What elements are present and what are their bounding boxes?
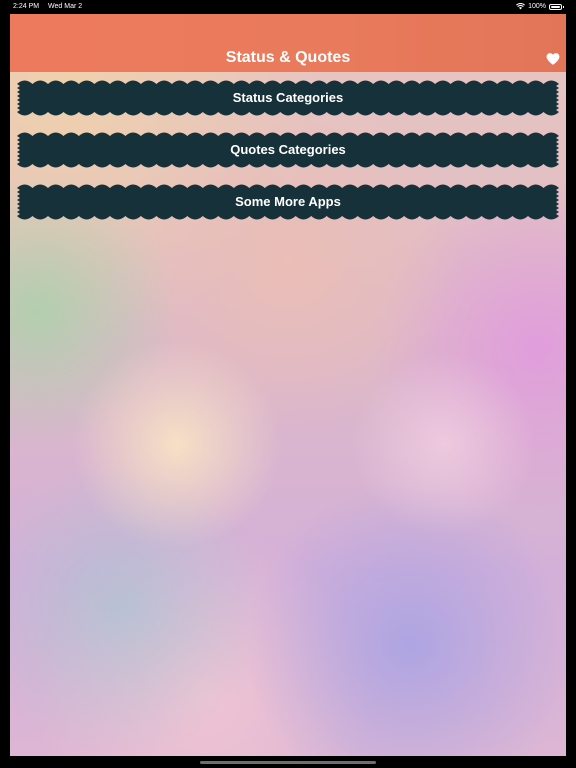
device-screen: 2:24 PM Wed Mar 2 100% Status & Quotes S… [0, 0, 576, 768]
quotes-categories-button[interactable]: Quotes Categories [17, 132, 559, 168]
status-categories-button[interactable]: Status Categories [17, 80, 559, 116]
status-bar: 2:24 PM Wed Mar 2 100% [0, 0, 576, 13]
some-more-apps-label: Some More Apps [235, 194, 341, 209]
status-time: 2:24 PM [13, 3, 40, 10]
app-window: Status & Quotes Status Categories Quotes… [10, 14, 566, 756]
battery-percent: 100% [528, 3, 546, 10]
battery-icon [549, 3, 564, 10]
heart-icon[interactable] [546, 52, 560, 66]
main-menu: Status Categories Quotes Categories Some… [17, 80, 559, 236]
wifi-icon [516, 3, 526, 10]
status-bar-right: 100% [516, 0, 564, 13]
some-more-apps-button[interactable]: Some More Apps [17, 184, 559, 220]
status-bar-left: 2:24 PM Wed Mar 2 [13, 0, 89, 13]
header-bar: Status & Quotes [10, 14, 566, 72]
status-date: Wed Mar 2 [48, 3, 83, 10]
status-categories-label: Status Categories [232, 90, 344, 105]
home-indicator[interactable] [200, 761, 376, 764]
page-title: Status & Quotes [225, 49, 351, 66]
quotes-categories-label: Quotes Categories [230, 142, 346, 157]
